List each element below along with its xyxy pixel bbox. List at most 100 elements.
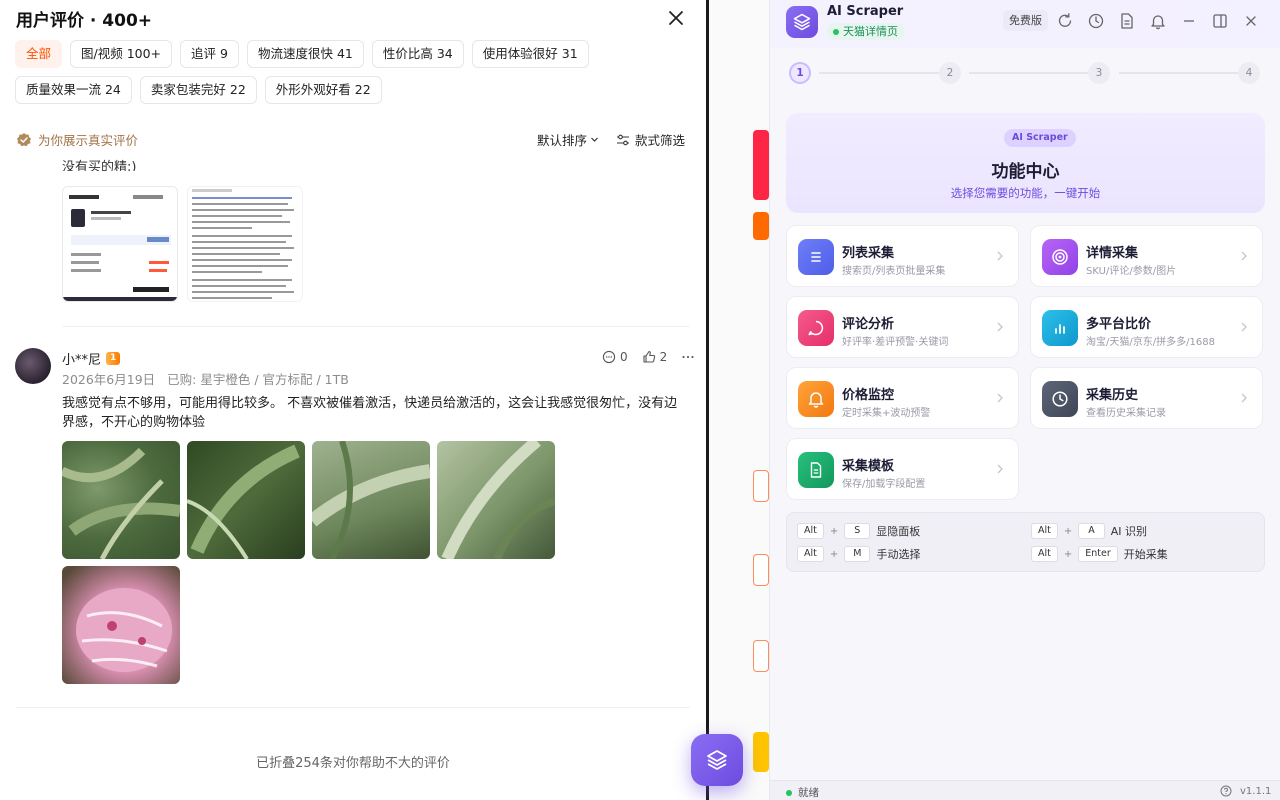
filter-tag-followup[interactable]: 追评 9 bbox=[180, 40, 239, 68]
feature-title: 列表采集 bbox=[842, 246, 895, 261]
background-product-page bbox=[709, 0, 769, 800]
leaf-photo bbox=[441, 441, 555, 559]
filter-tag-appearance[interactable]: 外形外观好看 22 bbox=[264, 76, 382, 104]
review-photo[interactable] bbox=[187, 441, 305, 559]
chat-icon bbox=[798, 310, 834, 346]
feature-card-template[interactable]: 采集模板 保存/加载字段配置 bbox=[786, 438, 1019, 500]
shortcut-label: AI 识别 bbox=[1110, 525, 1148, 538]
step-3[interactable]: 3 bbox=[1088, 62, 1110, 84]
vip-badge: 1 bbox=[106, 352, 121, 365]
review-photo[interactable] bbox=[312, 441, 430, 559]
shortcut-label: 显隐面板 bbox=[876, 525, 921, 538]
hero-title: 功能中心 bbox=[991, 162, 1060, 182]
history-clock-icon[interactable] bbox=[1087, 12, 1105, 30]
refresh-icon[interactable] bbox=[1056, 12, 1074, 30]
style-filter-button[interactable]: 款式筛选 bbox=[616, 130, 685, 149]
fabric-bag-photo bbox=[76, 588, 172, 672]
close-icon[interactable] bbox=[1242, 12, 1260, 30]
help-icon[interactable] bbox=[1220, 785, 1232, 797]
sort-label: 默认排序 bbox=[537, 133, 588, 148]
review-image[interactable] bbox=[187, 186, 303, 302]
list-icon bbox=[798, 239, 834, 275]
review-photo[interactable] bbox=[62, 566, 180, 684]
step-connector bbox=[1119, 72, 1239, 74]
feature-card-price-compare[interactable]: 多平台比价 淘宝/天猫/京东/拼多多/1688 bbox=[1030, 296, 1263, 358]
keyboard-shortcuts: Alt + S 显隐面板 Alt + A AI 识别 Alt + M 手动选择 … bbox=[786, 512, 1265, 572]
chevron-right-icon bbox=[1241, 393, 1247, 403]
review-photo[interactable] bbox=[437, 441, 555, 559]
filter-tag-value[interactable]: 性价比高 34 bbox=[371, 40, 464, 68]
step-2[interactable]: 2 bbox=[939, 62, 961, 84]
background-banner bbox=[753, 130, 769, 200]
review-photo[interactable] bbox=[62, 441, 180, 559]
feature-title: 采集历史 bbox=[1086, 388, 1139, 403]
like-button[interactable]: 2 bbox=[642, 350, 667, 364]
status-dot bbox=[833, 28, 839, 35]
dock-panel-icon[interactable] bbox=[1211, 12, 1229, 30]
key: A bbox=[1078, 523, 1105, 539]
document-icon[interactable] bbox=[1118, 12, 1136, 30]
sort-dropdown[interactable]: 默认排序 bbox=[537, 130, 599, 149]
filter-tag-fast-shipping[interactable]: 物流速度很快 41 bbox=[246, 40, 364, 68]
feature-desc: SKU/评论/参数/图片 bbox=[1086, 266, 1177, 277]
feature-card-review-analysis[interactable]: 评论分析 好评率·差评预警·关键词 bbox=[786, 296, 1019, 358]
shortcut-ai-detect: Alt + A AI 识别 bbox=[1031, 523, 1147, 539]
status-indicator: 就绪 bbox=[786, 785, 819, 800]
review-actions: 0 2 bbox=[602, 350, 695, 364]
feature-desc: 好评率·差评预警·关键词 bbox=[842, 337, 949, 348]
feature-title: 详情采集 bbox=[1086, 246, 1139, 261]
comment-count: 0 bbox=[620, 350, 628, 364]
document-icon bbox=[798, 452, 834, 488]
minimize-icon[interactable] bbox=[1180, 12, 1198, 30]
step-4[interactable]: 4 bbox=[1238, 62, 1260, 84]
feature-title: 采集模板 bbox=[842, 459, 895, 474]
layers-icon bbox=[707, 750, 727, 770]
chevron-right-icon bbox=[997, 251, 1003, 261]
leaf-photo bbox=[62, 447, 180, 559]
bar-chart-icon bbox=[1042, 310, 1078, 346]
version-label: v1.1.1 bbox=[1240, 785, 1272, 797]
feature-card-price-monitor[interactable]: 价格监控 定时采集+波动预警 bbox=[786, 367, 1019, 429]
plan-badge[interactable]: 免费版 bbox=[1003, 10, 1048, 31]
filter-tag-all[interactable]: 全部 bbox=[15, 40, 63, 68]
background-button bbox=[753, 732, 769, 772]
review-image[interactable] bbox=[62, 186, 178, 302]
leaf-photo bbox=[312, 441, 430, 559]
background-option bbox=[753, 554, 769, 586]
order-screenshot bbox=[63, 187, 177, 301]
chevron-right-icon bbox=[1241, 251, 1247, 261]
sliders-icon bbox=[617, 134, 629, 145]
key: Alt bbox=[1031, 546, 1058, 562]
bell-icon bbox=[798, 381, 834, 417]
filter-tag-media[interactable]: 图/视频 100+ bbox=[70, 40, 173, 68]
feature-card-list-scrape[interactable]: 列表采集 搜索页/列表页批量采集 bbox=[786, 225, 1019, 287]
close-icon[interactable] bbox=[666, 8, 686, 28]
key: Alt bbox=[1031, 523, 1058, 539]
thumbs-up-icon bbox=[643, 350, 655, 363]
step-connector bbox=[819, 72, 949, 74]
layers-icon bbox=[793, 13, 811, 31]
scraper-launcher-button[interactable] bbox=[691, 734, 743, 786]
status-dot bbox=[786, 789, 792, 796]
step-1[interactable]: 1 bbox=[789, 62, 811, 84]
verified-badge-icon bbox=[17, 132, 31, 146]
bell-icon[interactable] bbox=[1149, 12, 1167, 30]
filter-tag-packaging[interactable]: 卖家包装完好 22 bbox=[139, 76, 257, 104]
filter-tag-experience[interactable]: 使用体验很好 31 bbox=[471, 40, 589, 68]
more-button[interactable] bbox=[681, 350, 695, 364]
step-indicator: 1 2 3 4 bbox=[789, 62, 1261, 84]
hero-subtitle: 选择您需要的功能，一键开始 bbox=[950, 186, 1101, 200]
purchase-info: 已购: 星宇橙色 / 官方标配 / 1TB bbox=[167, 372, 349, 387]
real-reviews-label: 为你展示真实评价 bbox=[38, 133, 139, 148]
key: Alt bbox=[797, 523, 824, 539]
shortcut-manual-select: Alt + M 手动选择 bbox=[797, 546, 920, 562]
comment-button[interactable]: 0 bbox=[602, 350, 628, 364]
page-type-badge: 天猫详情页 bbox=[827, 23, 905, 40]
feature-card-detail-scrape[interactable]: 详情采集 SKU/评论/参数/图片 bbox=[1030, 225, 1263, 287]
folded-reviews-link[interactable]: 已折叠254条对你帮助不大的评价 bbox=[0, 752, 706, 771]
previous-review-text: 没有买的精:) bbox=[62, 160, 137, 171]
avatar[interactable] bbox=[15, 348, 51, 384]
reviewer-name-row: 小**尼 1 bbox=[62, 349, 121, 368]
filter-tag-quality[interactable]: 质量效果一流 24 bbox=[15, 76, 132, 104]
feature-card-history[interactable]: 采集历史 查看历史采集记录 bbox=[1030, 367, 1263, 429]
